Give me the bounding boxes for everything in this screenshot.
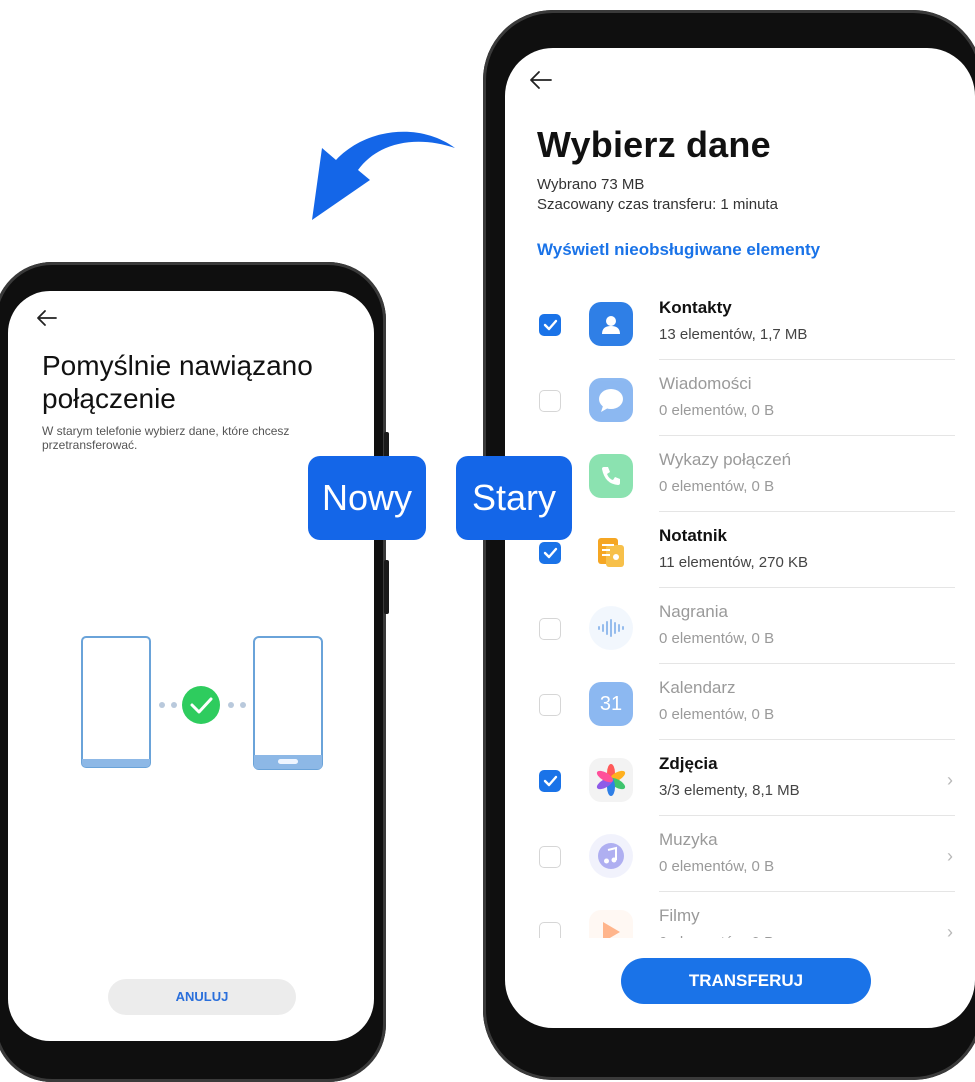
dot-icon	[240, 702, 246, 708]
item-name: Muzyka	[659, 830, 718, 849]
list-item[interactable]: Nagrania 0 elementów, 0 B	[505, 588, 975, 664]
checkbox[interactable]	[539, 770, 561, 792]
transfer-estimate-text: Szacowany czas transferu: 1 minuta	[537, 196, 778, 213]
list-item[interactable]: Zdjęcia 3/3 elementy, 8,1 MB ›	[505, 740, 975, 816]
connection-illustration	[81, 636, 323, 770]
item-size: 0 elementów, 0 B	[659, 858, 775, 875]
item-size: 0 elementów, 0 B	[659, 478, 775, 495]
dot-icon	[228, 702, 234, 708]
new-phone-tag: Nowy	[308, 456, 426, 540]
item-name: Wiadomości	[659, 374, 752, 393]
check-circle-icon	[182, 686, 220, 724]
chevron-right-icon[interactable]: ›	[947, 770, 953, 791]
phone-icon	[589, 454, 633, 498]
list-item[interactable]: Muzyka 0 elementów, 0 B ›	[505, 816, 975, 892]
item-name: Kalendarz	[659, 678, 736, 697]
chevron-right-icon[interactable]: ›	[947, 922, 953, 938]
data-type-list: Kontakty 13 elementów, 1,7 MB Wiadomości 0 …	[505, 284, 975, 938]
list-item[interactable]: Wykazy połączeń 0 elementów, 0 B	[505, 436, 975, 512]
recorder-icon	[589, 606, 633, 650]
item-name: Kontakty	[659, 298, 732, 317]
list-item[interactable]: 31 Kalendarz 0 elementów, 0 B	[505, 664, 975, 740]
item-size: 0 elementów, 0 B	[659, 630, 775, 647]
calendar-icon: 31	[589, 682, 633, 726]
chevron-right-icon[interactable]: ›	[947, 846, 953, 867]
contacts-icon	[589, 302, 633, 346]
page-title: Wybierz dane	[537, 124, 771, 165]
new-phone-screen: Pomyślnie nawiązano połączenie W starym …	[8, 291, 374, 1041]
old-phone-outline-icon	[81, 636, 151, 768]
unsupported-items-link[interactable]: Wyświetl nieobsługiwane elementy	[537, 240, 820, 260]
checkbox[interactable]	[539, 846, 561, 868]
item-name: Notatnik	[659, 526, 727, 545]
list-item[interactable]: Kontakty 13 elementów, 1,7 MB	[505, 284, 975, 360]
dot-icon	[159, 702, 165, 708]
item-size: 13 elementów, 1,7 MB	[659, 326, 808, 343]
list-item[interactable]: Notatnik 11 elementów, 270 KB	[505, 512, 975, 588]
item-name: Wykazy połączeń	[659, 450, 792, 469]
checkbox[interactable]	[539, 694, 561, 716]
transfer-button[interactable]: TRANSFERUJ	[621, 958, 871, 1004]
item-name: Nagrania	[659, 602, 728, 621]
old-phone-screen: Wybierz dane Wybrano 73 MB Szacowany cza…	[505, 48, 975, 1028]
instruction-text: W starym telefonie wybierz dane, które c…	[42, 424, 290, 452]
checkbox[interactable]	[539, 314, 561, 336]
back-arrow-icon[interactable]	[529, 70, 553, 90]
checkbox[interactable]	[539, 618, 561, 640]
power-button	[384, 560, 389, 614]
back-arrow-icon[interactable]	[36, 309, 58, 327]
new-phone-outline-icon	[253, 636, 323, 770]
item-size: 0 elementów, 0 B	[659, 402, 775, 419]
checkbox[interactable]	[539, 390, 561, 412]
list-item[interactable]: Wiadomości 0 elementów, 0 B	[505, 360, 975, 436]
list-item[interactable]: Filmy 0 elementów, 0 B ›	[505, 892, 975, 938]
messages-icon	[589, 378, 633, 422]
checkbox[interactable]	[539, 542, 561, 564]
gallery-icon	[589, 758, 633, 802]
old-phone-tag: Stary	[456, 456, 572, 540]
notepad-icon	[589, 530, 633, 574]
music-icon	[589, 834, 633, 878]
item-name: Filmy	[659, 906, 700, 925]
video-icon	[589, 910, 633, 938]
item-size: 3/3 elementy, 8,1 MB	[659, 782, 800, 799]
cancel-button[interactable]: ANULUJ	[108, 979, 296, 1015]
item-size: 0 elementów, 0 B	[659, 934, 774, 938]
page-title: Pomyślnie nawiązano połączenie	[42, 350, 313, 414]
item-size: 11 elementów, 270 KB	[659, 554, 808, 571]
item-size: 0 elementów, 0 B	[659, 706, 775, 723]
checkbox[interactable]	[539, 922, 561, 938]
transfer-direction-arrow-icon	[312, 131, 455, 220]
dot-icon	[171, 702, 177, 708]
selected-size-text: Wybrano 73 MB	[537, 176, 645, 193]
item-name: Zdjęcia	[659, 754, 718, 773]
